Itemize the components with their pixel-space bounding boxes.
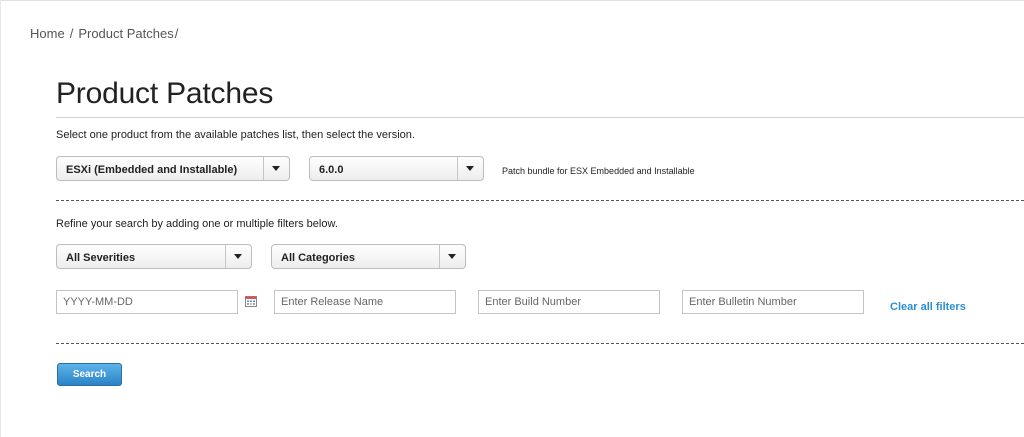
product-select[interactable]: ESXi (Embedded and Installable) <box>56 156 290 181</box>
product-select-value: ESXi (Embedded and Installable) <box>66 164 238 176</box>
bulletin-number-input[interactable]: Enter Bulletin Number <box>682 290 864 314</box>
breadcrumb-product-patches-link[interactable]: Product Patches <box>78 26 173 41</box>
severity-select[interactable]: All Severities <box>56 244 252 269</box>
search-button[interactable]: Search <box>57 363 122 386</box>
release-name-input[interactable]: Enter Release Name <box>274 290 456 314</box>
build-number-input[interactable]: Enter Build Number <box>478 290 660 314</box>
window-top-border <box>0 0 1024 1</box>
chevron-down-icon <box>272 166 280 171</box>
section-divider <box>56 200 1024 201</box>
refine-search-instruction: Refine your search by adding one or mult… <box>56 218 338 230</box>
chevron-down-icon <box>466 166 474 171</box>
version-select-dropdown-button[interactable] <box>457 157 483 180</box>
chevron-down-icon <box>448 254 456 259</box>
breadcrumb: Home / Product Patches/ <box>30 26 178 41</box>
product-select-dropdown-button[interactable] <box>263 157 289 180</box>
version-select[interactable]: 6.0.0 <box>309 156 484 181</box>
window-left-border <box>0 0 1 437</box>
category-select[interactable]: All Categories <box>271 244 466 269</box>
calendar-icon[interactable] <box>245 296 257 307</box>
breadcrumb-separator: / <box>174 26 179 41</box>
release-date-input[interactable]: YYYY-MM-DD <box>56 290 238 314</box>
page-title: Product Patches <box>56 77 274 110</box>
category-select-value: All Categories <box>281 252 355 264</box>
patch-bundle-description: Patch bundle for ESX Embedded and Instal… <box>502 166 695 176</box>
category-select-dropdown-button[interactable] <box>439 245 465 268</box>
severity-select-dropdown-button[interactable] <box>225 245 251 268</box>
breadcrumb-home-link[interactable]: Home <box>30 26 65 41</box>
severity-select-value: All Severities <box>66 252 136 264</box>
select-product-instruction: Select one product from the available pa… <box>56 129 415 141</box>
section-divider <box>56 343 1024 344</box>
chevron-down-icon <box>234 254 242 259</box>
version-select-value: 6.0.0 <box>319 164 344 176</box>
breadcrumb-separator: / <box>69 26 74 41</box>
clear-all-filters-link[interactable]: Clear all filters <box>890 301 966 313</box>
title-divider <box>56 117 1024 118</box>
